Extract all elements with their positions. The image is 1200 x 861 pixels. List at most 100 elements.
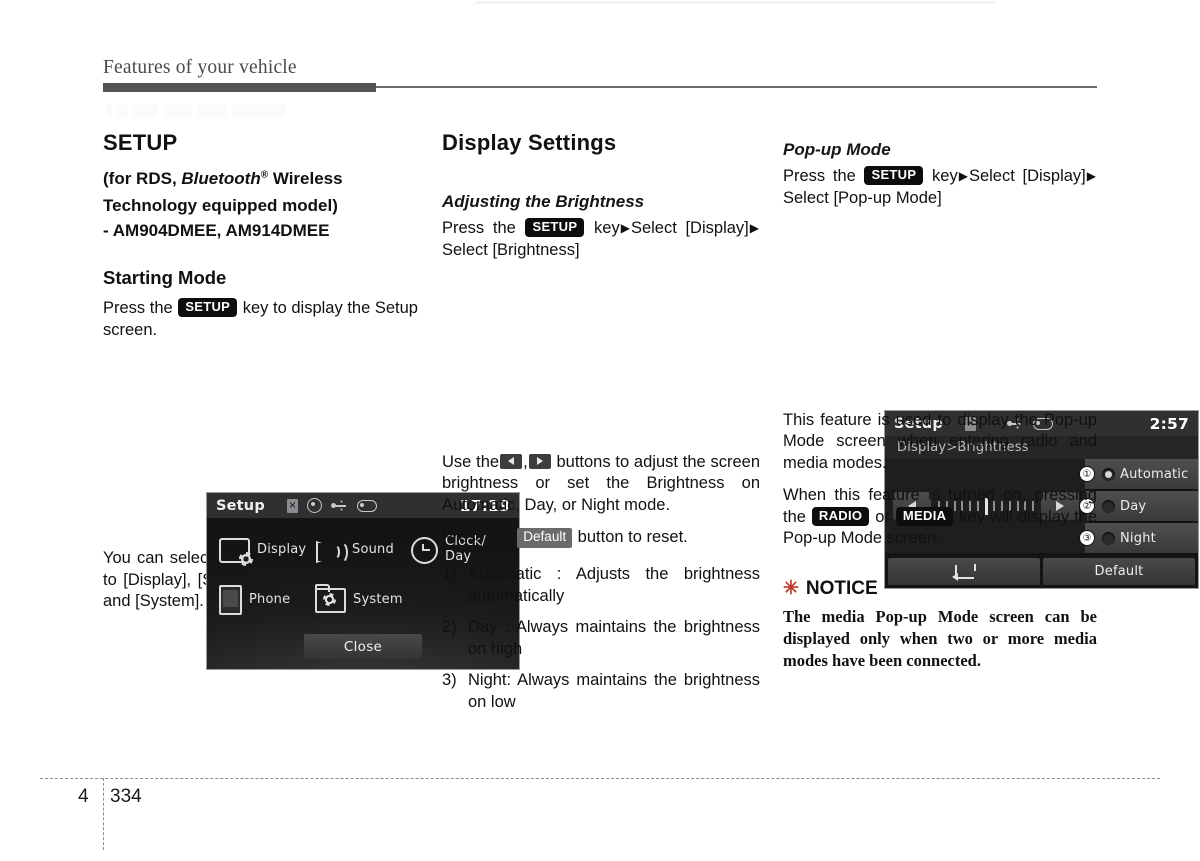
starting-mode-text-pre: Press the bbox=[103, 299, 173, 318]
radio-button[interactable] bbox=[1102, 531, 1115, 545]
bluetooth-icon bbox=[286, 498, 298, 513]
chevron-right-icon: ▶ bbox=[749, 221, 759, 235]
device-clock: 2:57 bbox=[1149, 414, 1189, 433]
brightness-mode-descriptions: 1) Automatic : Adjusts the brightness au… bbox=[442, 563, 760, 714]
footer-rule bbox=[40, 778, 1160, 779]
press-pre-text: Press the bbox=[783, 167, 856, 185]
brightness-mode-label: Automatic bbox=[1120, 466, 1189, 482]
press-pre-text: Press the bbox=[442, 219, 516, 237]
press-mid-text: key bbox=[594, 219, 620, 237]
brightness-mode-list: ① Automatic ② Day ③ Night bbox=[1079, 459, 1198, 553]
header-rule-thin bbox=[376, 86, 1097, 88]
notice-body: The media Pop-up Mode screen can be disp… bbox=[783, 607, 1097, 670]
setup-key-badge: SETUP bbox=[178, 298, 238, 318]
popup-description-paragraph: This feature is used to display the Pop-… bbox=[783, 410, 1097, 473]
setup-menu-item-phone[interactable]: Phone bbox=[219, 575, 315, 625]
list-item: 1) Automatic : Adjusts the brightness au… bbox=[442, 563, 760, 607]
chevron-right-icon: ▶ bbox=[958, 169, 968, 183]
footer-chapter-number: 4 bbox=[78, 786, 89, 807]
manual-page: Features of your vehicle SETUP (for RDS,… bbox=[0, 0, 1200, 861]
brightness-mode-automatic[interactable]: ① Automatic bbox=[1079, 459, 1198, 489]
press-post2-text: Select [Brightness] bbox=[442, 240, 580, 259]
radio-button[interactable] bbox=[1102, 467, 1115, 481]
footer-page-number: 334 bbox=[110, 786, 142, 807]
bluetooth-wordmark: Bluetooth bbox=[181, 169, 261, 188]
section-subtitle-line2: Technology equipped model) bbox=[103, 195, 338, 215]
display-settings-heading: Display Settings bbox=[442, 130, 617, 155]
list-text: Automatic : Adjusts the brightness autom… bbox=[468, 564, 760, 605]
use-buttons-paragraph: Use the, buttons to adjust the screen br… bbox=[442, 452, 760, 517]
column-three: Pop-up Mode Press the SETUP key▶Select [… bbox=[783, 130, 1097, 672]
asterisk-icon: ✳ bbox=[783, 578, 799, 600]
chevron-right-icon: ▶ bbox=[1086, 169, 1096, 183]
notice-heading: ✳ NOTICE bbox=[783, 578, 1097, 600]
chevron-right-icon: ▶ bbox=[620, 221, 630, 235]
column-two: Display Settings Adjusting the Brightnes… bbox=[442, 130, 1199, 722]
section-subtitle: (for RDS, Bluetooth® Wireless bbox=[103, 168, 418, 191]
display-icon bbox=[219, 537, 253, 566]
default-post-text: button to reset. bbox=[577, 527, 688, 546]
list-item: 3) Night: Always maintains the brightnes… bbox=[442, 669, 760, 713]
media-key-badge: MEDIA bbox=[895, 506, 954, 526]
model-line: - AM904DMEE, AM914DMEE bbox=[103, 221, 330, 241]
setup-menu-label: Phone bbox=[249, 591, 291, 607]
list-text: Day : Always maintains the brightness on… bbox=[468, 617, 760, 658]
brightness-mode-label: Day bbox=[1120, 498, 1147, 514]
use-text-pre: Use the bbox=[442, 452, 500, 471]
adjusting-brightness-heading: Adjusting the Brightness bbox=[442, 192, 645, 211]
column-one: SETUP (for RDS, Bluetooth® Wireless Tech… bbox=[103, 130, 520, 670]
default-key-badge: Default bbox=[517, 527, 573, 548]
phone-icon bbox=[219, 585, 242, 615]
page-title: SETUP bbox=[103, 130, 178, 155]
starting-mode-heading: Starting Mode bbox=[103, 267, 227, 289]
press-post-text: Select [Display] bbox=[630, 219, 749, 237]
setup-key-badge: SETUP bbox=[864, 166, 924, 186]
left-arrow-button-icon bbox=[500, 453, 523, 469]
list-number: 2) bbox=[442, 617, 457, 636]
setup-menu-label: Display bbox=[257, 541, 307, 557]
clock-icon bbox=[411, 536, 438, 564]
popup-usage-paragraph: When this feature is turned on, pressing… bbox=[783, 485, 1097, 550]
use-text-mid: , bbox=[523, 452, 528, 471]
radio-key-badge: RADIO bbox=[811, 506, 870, 526]
usb-icon bbox=[330, 501, 348, 511]
aux-icon bbox=[356, 499, 377, 512]
setup-key-badge: SETUP bbox=[525, 218, 585, 238]
right-arrow-button-icon bbox=[528, 453, 551, 469]
press-line2-b: Select [Pop-up Mode] bbox=[783, 188, 942, 207]
header-rule-thick bbox=[103, 83, 376, 92]
body2-mid-text: or bbox=[875, 507, 890, 526]
brightness-path-paragraph: Press the SETUP key▶Select [Display]▶Sel… bbox=[442, 218, 760, 262]
radio-button[interactable] bbox=[1102, 499, 1115, 513]
press-line2-a: [Display] bbox=[1022, 167, 1086, 185]
chapter-header: Features of your vehicle bbox=[103, 57, 297, 78]
popup-path-paragraph: Press the SETUP key▶Select [Display]▶Sel… bbox=[783, 166, 1097, 210]
list-item: 2) Day : Always maintains the brightness… bbox=[442, 616, 760, 660]
starting-mode-paragraph: Press the SETUP key to display the Setup… bbox=[103, 298, 418, 342]
press-post-text: Select bbox=[968, 167, 1015, 185]
brightness-mode-day[interactable]: ② Day bbox=[1079, 491, 1198, 521]
brightness-mode-label: Night bbox=[1120, 530, 1156, 546]
setup-menu-label: Sound bbox=[352, 541, 394, 557]
setup-menu-item-sound[interactable]: Sound bbox=[315, 525, 411, 575]
disc-icon bbox=[306, 498, 322, 513]
brightness-mode-night[interactable]: ③ Night bbox=[1079, 523, 1198, 553]
subtitle-post: Wireless bbox=[268, 169, 343, 188]
default-paragraph: Press the Default button to reset. bbox=[442, 527, 760, 549]
popup-mode-heading: Pop-up Mode bbox=[783, 140, 891, 159]
sound-icon bbox=[315, 539, 348, 564]
list-number: 1) bbox=[442, 564, 457, 583]
notice-title: NOTICE bbox=[805, 578, 878, 600]
device-status-icons bbox=[286, 498, 377, 513]
setup-menu-item-system[interactable]: System bbox=[315, 575, 411, 625]
close-button[interactable]: Close bbox=[304, 634, 422, 659]
registered-mark: ® bbox=[260, 169, 269, 181]
setup-menu-label: System bbox=[353, 591, 403, 607]
footer-vertical-rule bbox=[103, 778, 104, 850]
default-pre-text: Press the bbox=[442, 527, 512, 546]
setup-menu-item-display[interactable]: Display bbox=[219, 525, 315, 575]
list-text: Night: Always maintains the brightness o… bbox=[468, 671, 760, 712]
press-mid-text: key bbox=[932, 167, 958, 185]
list-number: 3) bbox=[442, 671, 457, 690]
scan-artifact bbox=[475, 1, 995, 4]
